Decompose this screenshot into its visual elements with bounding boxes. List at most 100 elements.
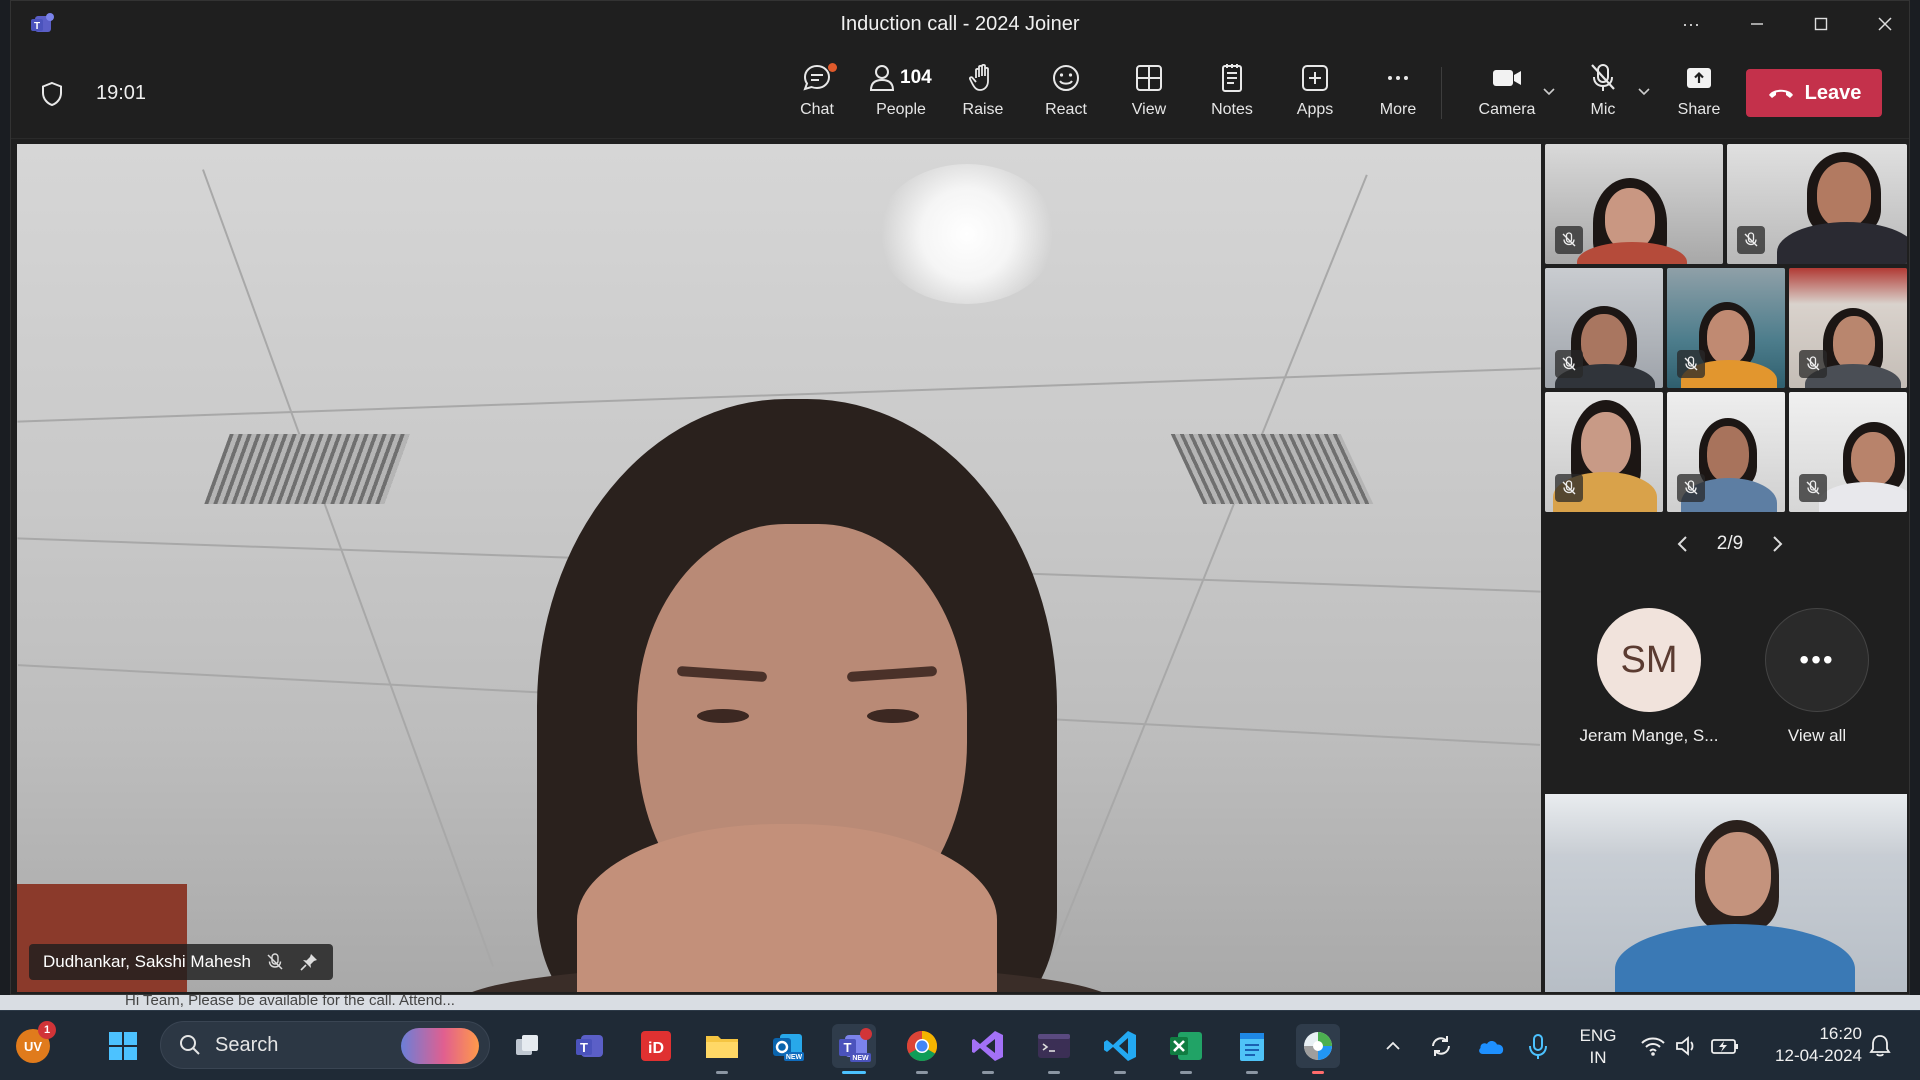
teams-new-icon[interactable]: T NEW [832,1024,876,1074]
excel-icon[interactable] [1164,1024,1208,1074]
chevron-up-icon[interactable] [1384,1037,1402,1055]
mic-button[interactable]: Mic [1568,61,1638,131]
volume-icon[interactable] [1674,1035,1698,1057]
ceiling-vent [204,434,410,504]
people-count: 104 [900,67,932,88]
react-button[interactable]: React [1031,61,1101,131]
participant-tile[interactable] [1727,144,1907,264]
chat-button[interactable]: Chat [782,61,852,131]
teams-meeting-window: T Induction call - 2024 Joiner ··· 19:01… [10,0,1910,995]
command-prompt-icon [1038,1034,1070,1058]
battery-charging-icon[interactable] [1710,1035,1740,1057]
user-avatar[interactable]: UV 1 [16,1021,56,1063]
chat-label: Chat [800,101,834,118]
snipping-tool-icon[interactable] [1296,1024,1340,1074]
self-view-video[interactable] [1545,794,1907,992]
more-label: More [1379,101,1417,118]
mic-options-chevron-icon[interactable] [1636,83,1652,99]
participant-tile[interactable] [1789,392,1907,512]
terminal-icon[interactable] [1032,1024,1076,1074]
shield-icon[interactable] [39,81,65,107]
onedrive-cloud-icon[interactable] [1476,1035,1506,1057]
more-button[interactable]: More [1363,61,1433,131]
mic-off-icon [1744,232,1758,247]
participant-eye [697,709,749,723]
ceiling-vent [1170,434,1374,504]
snipping-tool-icon-glyph [1304,1032,1332,1060]
camera-options-chevron-icon[interactable] [1541,83,1557,99]
smiley-icon [1053,65,1079,91]
participant-muted-indicator [1799,474,1827,502]
microphone-tray-icon[interactable] [1526,1033,1550,1061]
apps-button[interactable]: Apps [1280,61,1350,131]
view-all-button[interactable]: ••• [1765,608,1869,712]
people-button[interactable]: 104 People [864,61,938,131]
language-code: ENG [1579,1026,1617,1045]
outlook-new-icon[interactable]: NEW [766,1024,810,1068]
view-button[interactable]: View [1114,61,1184,131]
add-app-icon [1302,65,1328,91]
sync-icon[interactable] [1428,1033,1454,1059]
camera-button[interactable]: Camera [1472,61,1542,131]
main-participant-video[interactable]: Dudhankar, Sakshi Mahesh [17,144,1541,992]
taskbar-search-box[interactable]: Search [160,1021,490,1069]
search-highlight-image [401,1028,479,1064]
notepad-icon[interactable] [1230,1024,1274,1074]
vscode-icon[interactable] [1098,1024,1142,1074]
participant-gallery: 2/9 SM Jeram Mange, S... ••• View all [1545,144,1907,992]
people-icon [869,65,895,91]
participant-muted-indicator [1677,350,1705,378]
svg-text:iD: iD [648,1040,664,1057]
raise-label: Raise [962,101,1004,118]
leave-button[interactable]: Leave [1746,69,1882,117]
chevron-right-icon[interactable] [1769,534,1785,554]
participant-tile[interactable] [1545,144,1723,264]
view-label: View [1131,101,1167,118]
notification-snippet: Hi Team, Please be available for the cal… [125,992,455,1009]
visual-studio-icon[interactable] [966,1024,1010,1074]
participant-name-tag: Dudhankar, Sakshi Mahesh [29,944,333,980]
file-explorer-icon[interactable] [700,1024,744,1074]
id-app-icon[interactable]: iD [634,1024,678,1068]
clock-date: 12-04-2024 [1775,1046,1862,1065]
mic-off-icon [1562,232,1576,247]
participant-tile[interactable] [1667,392,1785,512]
clock[interactable]: 16:20 12-04-2024 [1758,1023,1862,1067]
raise-hand-button[interactable]: Raise [948,61,1018,131]
notes-label: Notes [1211,101,1253,118]
ceiling-grid-line [202,169,494,967]
search-icon [180,1035,200,1055]
task-view-button[interactable] [505,1024,549,1068]
pin-icon[interactable] [299,952,319,972]
participant-tile[interactable] [1667,268,1785,388]
share-button[interactable]: Share [1664,61,1734,131]
meeting-toolbar: 19:01 Chat 104 People Raise React View N… [11,47,1909,139]
teams-classic-app-icon[interactable]: T [568,1024,612,1068]
start-button[interactable] [101,1024,145,1068]
svg-text:T: T [580,1040,588,1055]
window-more-options-button[interactable]: ··· [1659,1,1723,47]
close-window-button[interactable] [1853,1,1917,47]
mic-label: Mic [1590,101,1616,118]
notification-bell-icon[interactable] [1868,1033,1892,1059]
wifi-icon[interactable] [1640,1035,1666,1057]
language-indicator[interactable]: ENG IN [1576,1025,1620,1069]
participant-tile[interactable] [1789,268,1907,388]
outlook-icon: NEW [773,1034,804,1061]
chrome-icon[interactable] [900,1024,944,1074]
chevron-left-icon[interactable] [1675,534,1691,554]
ceiling-grid-line [1048,174,1368,962]
participant-tile[interactable] [1545,268,1663,388]
hang-up-icon [1768,89,1793,98]
minimize-button[interactable] [1725,1,1789,47]
excel-icon-glyph [1170,1032,1202,1060]
notes-button[interactable]: Notes [1197,61,1267,131]
participant-tile[interactable] [1545,392,1663,512]
gallery-page-indicator: 2/9 [1716,533,1744,554]
teams-new-icon-glyph: TNEW [839,1028,872,1062]
participant-avatar[interactable]: SM [1597,608,1701,712]
maximize-button[interactable] [1789,1,1853,47]
participant-muted-indicator [1737,226,1765,254]
running-indicator [1312,1071,1324,1074]
mic-off-icon [1806,480,1820,495]
